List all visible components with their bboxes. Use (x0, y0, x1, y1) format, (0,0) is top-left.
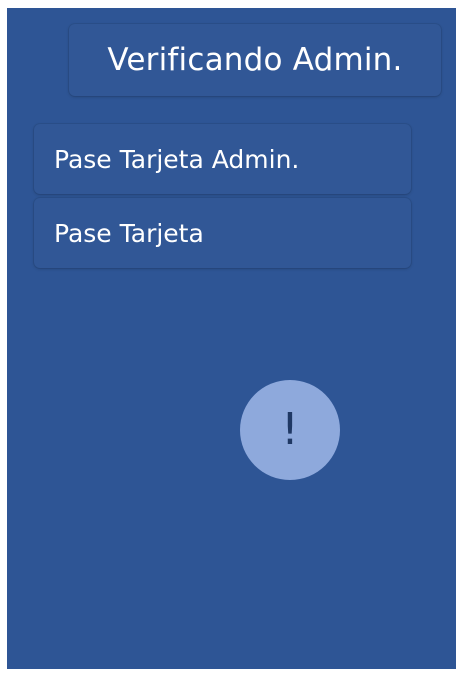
prompt-card: Pase Tarjeta (34, 198, 411, 268)
card-verification-screen: Verificando Admin. Pase Tarjeta Admin. P… (7, 8, 456, 669)
page-title: Verificando Admin. (107, 42, 403, 78)
exclamation-icon: ! (281, 404, 299, 455)
alert-indicator: ! (240, 380, 340, 480)
prompt-admin-card: Pase Tarjeta Admin. (34, 124, 411, 194)
title-panel: Verificando Admin. (69, 24, 441, 96)
prompt-label-card: Pase Tarjeta (54, 218, 204, 248)
prompt-label-admin-card: Pase Tarjeta Admin. (54, 144, 300, 174)
